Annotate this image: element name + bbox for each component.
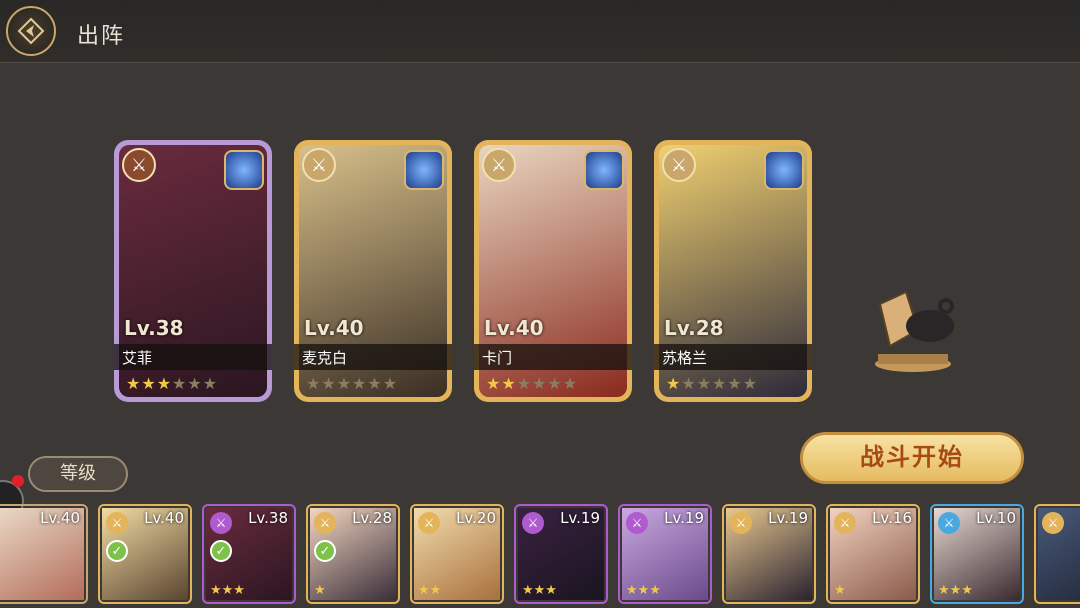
element-badge-icon — [584, 150, 624, 190]
class-icon: ⚔ — [106, 512, 128, 534]
class-icon: ⚔ — [210, 512, 232, 534]
roster-level: Lv.40 — [144, 509, 184, 527]
roster-level: Lv.38 — [248, 509, 288, 527]
start-battle-button[interactable]: 战斗开始 — [800, 432, 1024, 484]
roster-level: Lv.10 — [976, 509, 1016, 527]
star-rating: ★★★★★★ — [306, 374, 399, 393]
character-name: 麦克白 — [302, 349, 348, 367]
party-card[interactable]: ⚔ Lv.40 卡门 ★★★★★★ — [474, 140, 632, 402]
sword-class-icon: ⚔ — [122, 148, 156, 182]
character-name: 卡门 — [482, 349, 513, 367]
class-icon: ⚔ — [314, 512, 336, 534]
compass-back-icon — [17, 17, 45, 45]
class-icon: ⚔ — [834, 512, 856, 534]
roster-character[interactable]: ⚔ — [1034, 504, 1080, 604]
roster-stars: ★★★ — [938, 583, 973, 598]
name-bar: 卡门 — [474, 344, 632, 370]
card-level: Lv.40 — [484, 316, 544, 340]
class-icon: ⚔ — [730, 512, 752, 534]
roster-level: Lv.19 — [560, 509, 600, 527]
roster-character[interactable]: ⚔ Lv.20 ★★ — [410, 504, 504, 604]
roster-character[interactable]: ⚔ Lv.19 — [722, 504, 816, 604]
roster-character[interactable]: ⚔ Lv.16 ★ — [826, 504, 920, 604]
roster-stars: ★★★ — [210, 583, 245, 598]
star-rating: ★★★★★★ — [486, 374, 579, 393]
class-icon: ⚔ — [938, 512, 960, 534]
class-icon: ⚔ — [418, 512, 440, 534]
pet-pouch-icon[interactable] — [868, 284, 958, 376]
party-card[interactable]: ⚔ Lv.40 麦克白 ★★★★★★ — [294, 140, 452, 402]
class-icon: ⚔ — [522, 512, 544, 534]
sword-class-icon: ⚔ — [482, 148, 516, 182]
roster-level: Lv.19 — [664, 509, 704, 527]
selected-check-icon: ✓ — [106, 540, 128, 562]
star-rating: ★★★★★★ — [126, 374, 219, 393]
element-badge-icon — [764, 150, 804, 190]
character-name: 苏格兰 — [662, 349, 708, 367]
roster-level: Lv.20 — [456, 509, 496, 527]
card-level: Lv.28 — [664, 316, 724, 340]
roster-character[interactable]: ⚔ Lv.19 ★★★ — [618, 504, 712, 604]
roster-level: Lv.28 — [352, 509, 392, 527]
top-bar: 出阵 — [0, 0, 1080, 63]
roster-character[interactable]: ⚔ Lv.40 ✓ — [98, 504, 192, 604]
card-level: Lv.38 — [124, 316, 184, 340]
roster-level: Lv.19 — [768, 509, 808, 527]
page-title: 出阵 — [77, 24, 126, 49]
roster-character[interactable]: ⚔ Lv.38 ✓ ★★★ — [202, 504, 296, 604]
selected-check-icon: ✓ — [210, 540, 232, 562]
selected-check-icon: ✓ — [314, 540, 336, 562]
name-bar: 苏格兰 — [654, 344, 812, 370]
roster-stars: ★★★ — [626, 583, 661, 598]
roster-stars: ★★★ — [522, 583, 557, 598]
party-card[interactable]: ⚔ Lv.38 艾菲 ★★★★★★ — [114, 140, 272, 402]
roster-level: Lv.40 — [40, 509, 80, 527]
back-button[interactable] — [6, 6, 56, 56]
roster-character[interactable]: ⚔ Lv.10 ★★★ — [930, 504, 1024, 604]
name-bar: 麦克白 — [294, 344, 452, 370]
class-icon: ⚔ — [626, 512, 648, 534]
character-name: 艾菲 — [122, 349, 153, 367]
sort-level-button[interactable]: 等级 — [28, 456, 128, 492]
roster-level: Lv.16 — [872, 509, 912, 527]
class-icon: ⚔ — [1042, 512, 1064, 534]
element-badge-icon — [224, 150, 264, 190]
roster-character[interactable]: ⚔ Lv.28 ✓ ★ — [306, 504, 400, 604]
roster-stars: ★★ — [418, 583, 442, 598]
roster-stars: ★ — [834, 583, 846, 598]
roster-character[interactable]: ⚔ Lv.19 ★★★ — [514, 504, 608, 604]
notification-dot — [12, 475, 24, 487]
party-card[interactable]: ⚔ Lv.28 苏格兰 ★★★★★★ — [654, 140, 812, 402]
roster-stars: ★ — [314, 583, 326, 598]
card-level: Lv.40 — [304, 316, 364, 340]
element-badge-icon — [404, 150, 444, 190]
name-bar: 艾菲 — [114, 344, 272, 370]
roster-character[interactable]: Lv.40 — [0, 504, 88, 604]
sword-class-icon: ⚔ — [302, 148, 336, 182]
sword-class-icon: ⚔ — [662, 148, 696, 182]
star-rating: ★★★★★★ — [666, 374, 759, 393]
